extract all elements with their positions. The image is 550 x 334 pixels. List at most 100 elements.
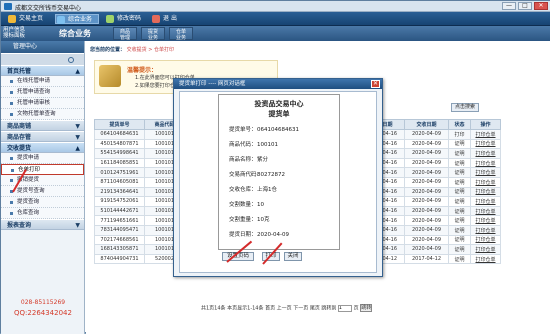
table-cell: 2020-04-09 [404,129,449,140]
dialog-titlebar: 提货单打印 ---- 网页对话框 ✕ [174,79,382,89]
sidebar-item[interactable]: 提货申请 [1,153,84,164]
slip-field-value: 064104684631 [257,127,299,133]
table-cell: 2020-04-09 [404,196,449,207]
table-cell: 919154752061 [94,196,145,207]
slip-field-value: 100101 [257,142,278,148]
search-button[interactable]: 点击搜索 [451,103,479,112]
slip-field: 交易商代码：80272872 [229,170,285,178]
app-icon [4,3,12,10]
group-title: 综合业务 [59,29,91,38]
table-cell: 打印 [448,129,471,140]
slip-field-value: 2020-04-09 [257,232,289,238]
print-slip-link[interactable]: 打印仓单 [470,234,501,246]
nav-product-management[interactable]: 商品 管理 [113,27,137,41]
table-cell: 2020-04-09 [404,167,449,178]
table-cell: 证明 [448,148,471,159]
sidebar-item[interactable]: 撤销提货 [1,175,84,186]
sidebar-item[interactable]: 文物托管单查询 [1,109,84,120]
bullet-icon [10,179,13,182]
print-slip-link[interactable]: 打印仓单 [470,157,501,169]
table-cell: 874044904731 [94,253,145,265]
print-slip-link[interactable]: 打印仓单 [470,176,501,188]
slip-field-label: 交收仓库： [229,187,257,193]
home-icon [8,15,16,23]
sidebar-section[interactable]: 商品存管 ▼ [1,131,84,142]
sidebar-item[interactable]: 提货查询 [1,197,84,208]
table-cell: 771194651661 [94,215,145,226]
print-slip-link[interactable]: 打印仓单 [470,148,501,159]
bullet-icon [10,113,13,116]
nav-delivery-business[interactable]: 提货 业务 [141,27,165,41]
sidebar-item[interactable]: 仓单打印 [1,164,84,175]
column-header: 提货单号 [94,119,145,130]
table-cell: 450154807871 [94,138,145,150]
menu-business[interactable]: 综合业务 [55,14,100,24]
slip-field-value: 10 [257,202,264,208]
sidebar-section[interactable]: 报表查询 ▼ [1,219,84,230]
print-slip-link[interactable]: 打印仓单 [470,129,501,140]
print-slip-link[interactable]: 打印仓单 [470,244,501,255]
window-controls: — □ ✕ [502,2,548,10]
slip-field-label: 交易商代码： [229,172,263,178]
bullet-icon [10,157,13,160]
sidebar-item[interactable]: 托管申请查询 [1,87,84,98]
slip-org: 投资品交易中心 [254,100,304,108]
print-slip-link[interactable]: 打印仓单 [470,205,501,217]
table-cell: 证明 [448,244,471,255]
print-slip-link[interactable]: 打印仓单 [470,224,501,236]
print-slip-link[interactable]: 打印仓单 [470,253,501,265]
slip-field: 商品代码：100101 [229,140,278,148]
sidebar-item[interactable]: 仓库查询 [1,208,84,219]
business-icon [57,16,65,24]
sidebar-section[interactable]: 商品商铺 ▼ [1,120,84,131]
print-slip-link[interactable]: 打印仓单 [470,167,501,178]
sidebar-section[interactable]: 交收提货 ▲ [1,142,84,153]
table-cell: 510144442671 [94,205,145,217]
bullet-icon [10,80,13,83]
print-slip-link[interactable]: 打印仓单 [470,186,501,198]
pager: 共1页14条 本页显示1-14条 首页 上一页 下一页 尾页 跳转到 页 跳转 [201,304,373,312]
slip-field: 交割重量：10克 [229,215,270,223]
sidebar-item[interactable]: 托管申请审核 [1,98,84,109]
menu-bar: 交易主页 综合业务 修改密码 退 出 [1,12,550,26]
table-cell: 2020-04-09 [404,176,449,188]
dialog-close-button[interactable]: 关闭 [284,252,302,261]
slip-field-label: 商品代码： [229,142,257,148]
menu-password[interactable]: 修改密码 [105,14,141,24]
slip-field: 提货单号：064104684631 [229,125,299,133]
bullet-icon [10,102,13,105]
minimize-button[interactable]: — [502,2,516,10]
sidebar-item[interactable]: 在线托管申请 [1,76,84,87]
table-cell: 证明 [448,138,471,150]
column-header: 状态 [448,119,471,130]
slip-title: 提货单 [268,110,290,118]
sidebar-user-bar [1,53,84,65]
slip-field-label: 提货单号： [229,127,257,133]
column-header: 操作 [470,119,501,130]
table-cell: 证明 [448,176,471,188]
print-slip-link[interactable]: 打印仓单 [470,138,501,150]
window-title: 成都文交所钱币交易中心 [15,5,82,12]
menu-home[interactable]: 交易主页 [7,14,43,24]
page-jump-button[interactable]: 跳转 [360,304,373,312]
sidebar-section[interactable]: 首页托管 ▲ [1,65,84,76]
user-info[interactable]: 用户信息 搜标面板 [3,27,41,40]
title-bar: 成都文交所钱币交易中心 — □ ✕ [1,1,550,12]
table-cell: 证明 [448,196,471,207]
app-window: 成都文交所钱币交易中心 — □ ✕ 交易主页 综合业务 修改密码 退 出 用户信… [0,0,550,334]
close-button[interactable]: ✕ [534,2,548,10]
menu-logout[interactable]: 退 出 [151,14,177,24]
print-slip-link[interactable]: 打印仓单 [470,215,501,226]
table-cell: 2020-04-09 [404,138,449,150]
table-cell: 2020-04-09 [404,205,449,217]
slip-field: 提货日期：2020-04-09 [229,230,289,238]
maximize-button[interactable]: □ [518,2,532,10]
nav-warehouse-business[interactable]: 仓单 业务 [169,27,193,41]
page-jump-input[interactable] [338,304,353,312]
table-cell: 2020-04-09 [404,157,449,169]
slip-field: 交割数量：10 [229,200,264,208]
dialog-close-icon[interactable]: ✕ [371,80,380,88]
table-cell: 2020-04-09 [404,234,449,246]
table-cell: 554154998641 [94,148,145,159]
print-slip-link[interactable]: 打印仓单 [470,196,501,207]
